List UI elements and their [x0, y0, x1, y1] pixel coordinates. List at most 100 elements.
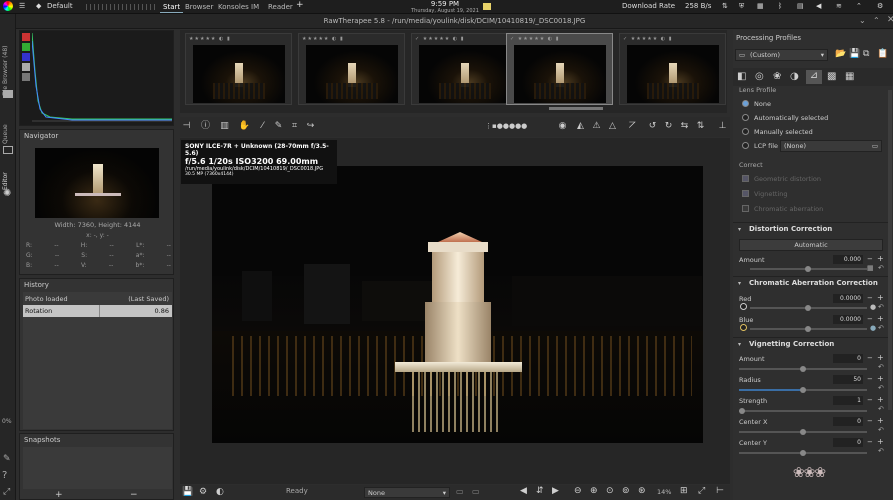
save-icon[interactable]: 💾 — [182, 487, 193, 497]
slider-knob[interactable] — [805, 305, 811, 311]
filmstrip-thumbnail[interactable]: ★★★★★ ◐ ▮ — [298, 33, 405, 105]
hist-luma-toggle[interactable] — [22, 63, 30, 71]
arrow-up-icon[interactable]: ⌃ — [856, 2, 862, 10]
zoom-in-icon[interactable]: ⊕ — [590, 486, 598, 496]
app-launcher-icon[interactable] — [3, 1, 13, 11]
fullscreen-icon[interactable]: ⤢ — [3, 487, 10, 497]
filmstrip-thumbnail-selected[interactable]: ✓ ★★★★★ ◐ ▮ — [506, 33, 613, 105]
reset-arrow-icon[interactable]: ↶ — [878, 405, 884, 413]
history-row[interactable]: Photo loaded (Last Saved) — [23, 293, 172, 304]
external-editor-icon[interactable]: ✎ — [3, 454, 11, 464]
tab-im[interactable]: IM — [248, 1, 262, 13]
slider-knob[interactable] — [800, 429, 806, 435]
ca-blue-slider[interactable] — [750, 326, 867, 332]
slider-knob[interactable] — [805, 326, 811, 332]
slider-knob[interactable] — [800, 366, 806, 372]
rotate-left-icon[interactable]: ↺ — [646, 120, 659, 133]
next-image-icon[interactable]: ▶ — [552, 486, 559, 496]
metadata-tab-icon[interactable]: ▦ — [845, 71, 854, 82]
color-tab-icon[interactable]: ❀ — [773, 71, 781, 82]
tab-konsoles[interactable]: Konsoles — [215, 1, 252, 13]
hide-left-panel-icon[interactable]: ⊣ — [180, 120, 193, 133]
main-photo[interactable] — [212, 166, 703, 443]
shield-icon[interactable]: ⛨ — [739, 2, 744, 11]
highlight-clip-icon[interactable]: ⚠ — [590, 120, 603, 133]
ca-red-slider[interactable] — [750, 305, 867, 311]
focus-mask-icon[interactable]: △ — [606, 120, 619, 133]
workspace-icon[interactable]: ◆ — [36, 2, 41, 10]
add-icon[interactable]: + — [877, 395, 884, 404]
reset-arrow-icon[interactable]: ↶ — [878, 324, 884, 332]
raw-tab-icon[interactable]: ▩ — [827, 71, 836, 82]
hist-blue-toggle[interactable] — [22, 53, 30, 61]
navigator-preview[interactable] — [35, 148, 159, 218]
vignetting-centerx-slider[interactable] — [739, 429, 867, 435]
toggle-icon[interactable]: ▭ — [472, 487, 480, 496]
add-icon[interactable]: + — [877, 254, 884, 263]
reset-icon[interactable]: − — [867, 294, 873, 302]
reset-arrow-icon[interactable]: ↶ — [878, 303, 884, 311]
rotate-right-icon[interactable]: ↻ — [662, 120, 675, 133]
rating-stars[interactable]: ✓ ★★★★★ ◐ ▮ — [415, 36, 464, 42]
vignetting-amount-slider[interactable] — [739, 366, 867, 372]
shadow-clip-icon[interactable]: ◭ — [574, 120, 587, 133]
zoom-100-icon[interactable]: ⊙ — [606, 486, 614, 496]
hide-top-panel-icon[interactable]: ⊥ — [716, 120, 729, 133]
hist-green-toggle[interactable] — [22, 43, 30, 51]
preview-select[interactable]: None ▾ — [364, 487, 450, 498]
vignetting-checkbox[interactable] — [742, 190, 749, 197]
add-tab-button[interactable]: + — [296, 0, 304, 10]
network-icon[interactable]: ⇅ — [722, 2, 728, 10]
hist-chroma-toggle[interactable] — [22, 73, 30, 81]
tab-queue[interactable]: Queue — [2, 114, 14, 144]
close-icon[interactable]: ✕ — [887, 15, 893, 25]
info-icon[interactable]: ⓘ — [199, 120, 212, 133]
vignetting-radius-slider[interactable] — [739, 387, 867, 393]
clipboard-icon[interactable]: ▤ — [797, 2, 804, 10]
grid-icon[interactable]: ▦ — [867, 264, 874, 272]
slider-knob[interactable] — [800, 450, 806, 456]
lens-lcp-radio[interactable] — [742, 142, 749, 149]
detail-tab-icon[interactable]: ◎ — [755, 71, 764, 82]
chevron-down-icon[interactable]: ▾ — [738, 341, 741, 348]
sync-filmstrip-icon[interactable]: ⇵ — [536, 486, 544, 496]
reset-icon[interactable]: − — [867, 315, 873, 323]
minimize-icon[interactable]: ⌄ — [859, 16, 866, 25]
zoom-out-icon[interactable]: ⊖ — [574, 486, 582, 496]
transform-tab-icon[interactable]: ⊿ — [806, 70, 822, 84]
lens-manual-radio[interactable] — [742, 128, 749, 135]
vignetting-amount-value[interactable]: 0 — [833, 354, 863, 363]
tab-editor[interactable]: Editor — [2, 162, 14, 190]
distortion-title[interactable]: Distortion Correction — [744, 225, 893, 233]
vignetting-centery-value[interactable]: 0 — [833, 438, 863, 447]
fullscreen-icon[interactable]: ⤢ — [698, 486, 705, 496]
external-editor-icon[interactable]: ◐ — [216, 487, 224, 497]
vignetting-centery-slider[interactable] — [739, 450, 867, 456]
add-icon[interactable]: + — [877, 416, 884, 425]
reset-icon[interactable]: − — [867, 354, 873, 362]
reset-arrow-icon[interactable]: ↶ — [878, 363, 884, 371]
help-icon[interactable]: ? — [2, 470, 7, 481]
add-snapshot-button[interactable]: + — [55, 490, 63, 500]
chevron-down-icon[interactable]: ▾ — [738, 280, 741, 287]
filmstrip-thumbnail[interactable]: ★★★★★ ◐ ▮ — [185, 33, 292, 105]
reset-arrow-icon[interactable]: ↶ — [878, 447, 884, 455]
tab-file-browser[interactable]: File Browser (48) — [2, 36, 14, 96]
reset-icon[interactable]: − — [867, 438, 873, 446]
ca-title[interactable]: Chromatic Aberration Correction — [744, 279, 893, 287]
lcp-file-picker[interactable]: (None) ▭ — [780, 140, 882, 152]
history-row-selected[interactable]: Rotation 0.86 — [23, 305, 172, 317]
tab-reader[interactable]: Reader — [265, 1, 296, 13]
reset-arrow-icon[interactable]: ↶ — [878, 384, 884, 392]
new-detail-window-icon[interactable]: ⊞ — [680, 486, 688, 496]
straighten-icon[interactable]: ↪ — [304, 120, 317, 133]
reset-icon[interactable]: − — [867, 396, 873, 404]
lens-manual-label[interactable]: Manually selected — [754, 128, 813, 136]
filmstrip-thumbnail[interactable]: ✓ ★★★★★ ◐ ▮ — [411, 33, 518, 105]
maximize-icon[interactable]: ⌃ — [873, 16, 880, 25]
bluetooth-icon[interactable]: ᛒ — [778, 2, 782, 10]
lens-none-radio[interactable] — [742, 100, 749, 107]
reset-icon[interactable]: − — [867, 255, 873, 263]
lens-auto-radio[interactable] — [742, 114, 749, 121]
auto-distortion-button[interactable]: Automatic — [739, 239, 883, 251]
